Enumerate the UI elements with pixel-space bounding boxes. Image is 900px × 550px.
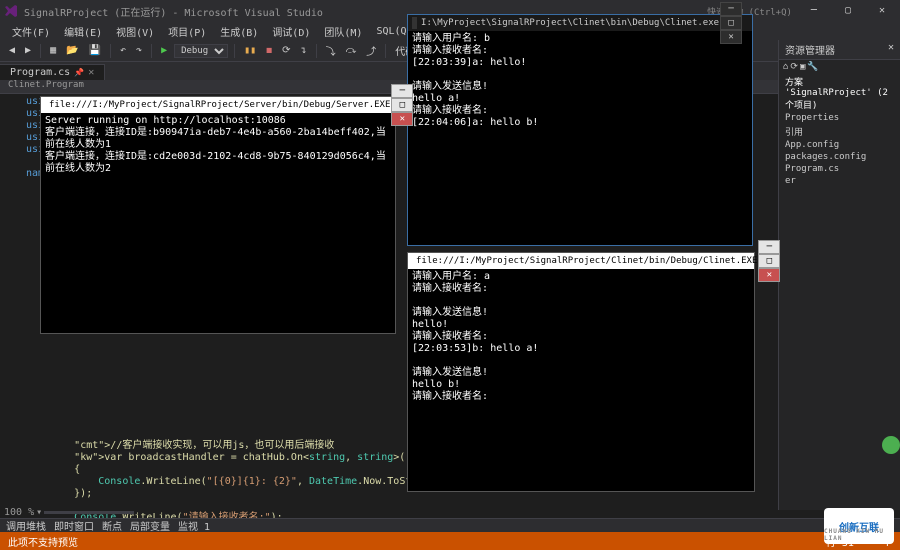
- panel-title: 资源管理器: [785, 42, 835, 57]
- maximize-button[interactable]: ▢: [834, 2, 862, 20]
- console-output: Server running on http://localhost:10086…: [41, 113, 395, 177]
- solution-explorer: 资源管理器✕ ⌂⟳▣🔧 方案 'SignalRProject' (2 个项目) …: [778, 40, 900, 510]
- step-into-icon[interactable]: ⤵: [323, 43, 339, 58]
- panel-close-icon[interactable]: ✕: [888, 42, 894, 57]
- menu-item[interactable]: 生成(B): [214, 22, 264, 41]
- tab-program-cs[interactable]: Program.cs 📌 ✕: [0, 64, 105, 80]
- console-title: file:///I:/MyProject/SignalRProject/Clin…: [416, 256, 757, 266]
- bottom-tab[interactable]: 局部变量: [130, 518, 170, 533]
- save-icon[interactable]: 💾: [86, 45, 104, 56]
- menu-item[interactable]: 调试(D): [266, 22, 316, 41]
- console-output: 请输入用户名: b 请输入接收者名: [22:03:39]a: hello! 请…: [408, 31, 752, 131]
- bottom-tab[interactable]: 即时窗口: [54, 518, 94, 533]
- menu-item[interactable]: 团队(M): [318, 22, 368, 41]
- menu-item[interactable]: 文件(F): [6, 22, 56, 41]
- solution-node[interactable]: 方案 'SignalRProject' (2 个项目): [779, 74, 900, 112]
- console-title: file:///I:/MyProject/SignalRProject/Serv…: [49, 100, 390, 110]
- console-client-b: I:\MyProject\SignalRProject\Clinet\bin\D…: [407, 14, 753, 246]
- collapse-icon[interactable]: ▣: [800, 62, 805, 72]
- tree-item[interactable]: App.config: [779, 139, 900, 151]
- bottom-tab[interactable]: 断点: [102, 518, 122, 533]
- step-out-icon[interactable]: ⤴: [363, 43, 379, 58]
- tree-item[interactable]: er: [779, 175, 900, 187]
- console-icon: [412, 17, 417, 29]
- refresh-icon[interactable]: ⟳: [790, 62, 798, 72]
- nav-back-icon[interactable]: ◀: [6, 45, 18, 56]
- vs-logo-icon: [4, 4, 18, 18]
- assist-bubble-icon[interactable]: [882, 436, 900, 454]
- min-button[interactable]: ─: [391, 84, 413, 98]
- console-title: I:\MyProject\SignalRProject\Clinet\bin\D…: [421, 18, 719, 28]
- restart-icon[interactable]: ⟳: [279, 45, 293, 56]
- open-icon[interactable]: 📂: [63, 45, 81, 56]
- close-button[interactable]: ✕: [868, 2, 896, 20]
- minimize-button[interactable]: ─: [800, 2, 828, 20]
- status-bar: 此项不支持预览 行 31 http: [0, 532, 900, 550]
- undo-icon[interactable]: ↶: [117, 45, 129, 56]
- zoom-control[interactable]: 100 %▾: [4, 507, 134, 518]
- bottom-tabs: 调用堆栈即时窗口断点局部变量监视 1: [0, 518, 900, 532]
- menu-item[interactable]: 视图(V): [110, 22, 160, 41]
- menu-item[interactable]: 项目(P): [162, 22, 212, 41]
- close-button[interactable]: ✕: [391, 112, 413, 126]
- stop-icon[interactable]: ◼: [263, 45, 275, 56]
- redo-icon[interactable]: ↷: [133, 45, 145, 56]
- tree-item[interactable]: Properties: [779, 112, 900, 124]
- watermark-logo: 创新互联 CHUANG XIN HU LIAN: [824, 508, 894, 544]
- menu-item[interactable]: 编辑(E): [58, 22, 108, 41]
- console-titlebar[interactable]: I:\MyProject\SignalRProject\Clinet\bin\D…: [408, 15, 752, 31]
- step-over-icon[interactable]: ⤼: [343, 45, 360, 56]
- max-button[interactable]: □: [758, 254, 780, 268]
- console-output: 请输入用户名: a 请输入接收者名: 请输入发送信息! hello! 请输入接收…: [408, 269, 754, 405]
- step-icon[interactable]: ↴: [298, 45, 310, 56]
- bottom-tab[interactable]: 监视 1: [178, 518, 210, 533]
- close-button[interactable]: ✕: [720, 30, 742, 44]
- window-buttons: ─ ▢ ✕: [800, 2, 896, 20]
- min-button[interactable]: ─: [720, 2, 742, 16]
- console-server: file:///I:/MyProject/SignalRProject/Serv…: [40, 96, 396, 334]
- console-titlebar[interactable]: file:///I:/MyProject/SignalRProject/Clin…: [408, 253, 754, 269]
- tree-item[interactable]: packages.config: [779, 151, 900, 163]
- status-msg: 此项不支持预览: [8, 534, 78, 549]
- tab-label: Program.cs: [10, 67, 70, 78]
- pin-icon[interactable]: 📌: [74, 68, 84, 77]
- min-button[interactable]: ─: [758, 240, 780, 254]
- new-icon[interactable]: ▦: [47, 45, 59, 56]
- continue-button[interactable]: ▶: [158, 45, 170, 56]
- config-select[interactable]: Debug: [174, 44, 228, 58]
- max-button[interactable]: □: [720, 16, 742, 30]
- props-icon[interactable]: 🔧: [807, 62, 818, 72]
- tab-close-icon[interactable]: ✕: [88, 67, 94, 78]
- console-client-a: file:///I:/MyProject/SignalRProject/Clin…: [407, 252, 755, 492]
- console-titlebar[interactable]: file:///I:/MyProject/SignalRProject/Serv…: [41, 97, 395, 113]
- tree-item[interactable]: 引用: [779, 124, 900, 139]
- bottom-tab[interactable]: 调用堆栈: [6, 518, 46, 533]
- nav-fwd-icon[interactable]: ▶: [22, 45, 34, 56]
- max-button[interactable]: □: [391, 98, 413, 112]
- pause-icon[interactable]: ▮▮: [241, 45, 259, 56]
- panel-toolbar: ⌂⟳▣🔧: [779, 60, 900, 74]
- close-button[interactable]: ✕: [758, 268, 780, 282]
- tree-item[interactable]: Program.cs: [779, 163, 900, 175]
- home-icon[interactable]: ⌂: [783, 62, 788, 72]
